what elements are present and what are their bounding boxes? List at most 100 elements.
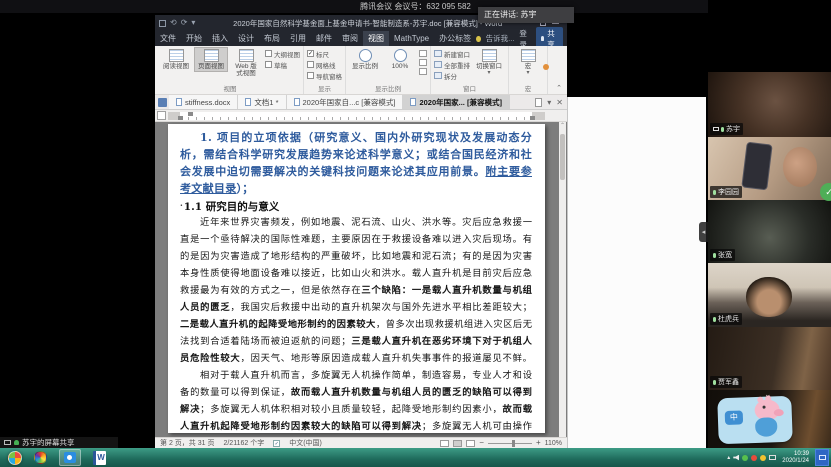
left-indent-marker[interactable] <box>178 116 183 120</box>
ribbon-tab[interactable]: 办公标签 <box>434 31 476 46</box>
ribbon-checkbox[interactable]: ✓标尺 <box>307 48 342 59</box>
ribbon-button[interactable]: Web 版式视图 <box>230 48 262 78</box>
zoom-level[interactable]: 110% <box>545 440 562 447</box>
checkbox-icon <box>307 61 314 68</box>
taskbar-clock[interactable]: 10:39 2020/1/24 <box>782 451 809 464</box>
zoom-slider[interactable] <box>488 443 532 444</box>
document-tab[interactable]: 2020年国家... [兼容模式] <box>403 95 510 109</box>
participant-video[interactable]: 张宽 <box>708 200 831 263</box>
text-line: 1. 项目的立项依据（研究意义、国内外研究现状及发展动态分 <box>180 129 532 146</box>
vertical-scrollbar[interactable]: ⌃ <box>559 122 566 437</box>
tab-manager-icon[interactable] <box>158 98 167 107</box>
document-text: 1. 项目的立项依据（研究意义、国内外研究现状及发展动态分析，需结合科学研究发展… <box>180 129 532 433</box>
horizontal-ruler[interactable] <box>155 110 567 122</box>
new-document-icon[interactable] <box>535 98 542 107</box>
document-tab[interactable]: stiffness.docx <box>169 95 238 109</box>
ribbon-tab[interactable]: 布局 <box>259 31 285 46</box>
meeting-topbar: 腾讯会议 会议号：632 095 582 <box>0 0 831 13</box>
right-indent-marker[interactable] <box>530 116 535 120</box>
text-line: 析，需结合科学研究发展趋势来论述科学意义；或结合国民经济和社 <box>180 146 532 163</box>
scroll-up-icon[interactable]: ⌃ <box>559 122 566 130</box>
ribbon-button[interactable]: 全部重排 <box>434 59 470 70</box>
speaking-tooltip: 正在讲话: 苏宇 <box>478 7 574 23</box>
text-line: 本身性质使得地面设备难以接近，比如山火和洪水。载人直升机是目前灾后应急 <box>180 265 532 282</box>
ribbon-tab[interactable]: 设计 <box>233 31 259 46</box>
page-view-icon[interactable] <box>419 59 427 66</box>
face <box>746 277 792 317</box>
document-canvas: 1. 项目的立项依据（研究意义、国内外研究现状及发展动态分析，需结合科学研究发展… <box>155 122 567 437</box>
meeting-app-icon[interactable] <box>59 449 81 466</box>
scrollbar-thumb[interactable] <box>560 134 565 180</box>
input-method-icon[interactable] <box>815 449 829 466</box>
document-tab[interactable]: 2020年国家自...c [兼容模式] <box>287 95 404 109</box>
page-indicator[interactable]: 第 2 页，共 31 页 <box>160 438 214 448</box>
participant-label: 李园园 <box>710 186 742 198</box>
ribbon-tab[interactable]: 引用 <box>285 31 311 46</box>
redo-icon[interactable]: ⟳ <box>181 19 188 27</box>
word-app-icon[interactable]: W <box>93 451 106 465</box>
ribbon-tab[interactable]: 视图 <box>363 31 389 46</box>
checkbox-icon: ✓ <box>307 50 314 57</box>
web-layout-icon[interactable] <box>466 440 475 447</box>
participant-video[interactable]: ⌄ 中 <box>708 390 831 448</box>
button-icon <box>434 72 442 79</box>
display-tray-icon[interactable] <box>769 455 776 460</box>
close-tab-icon[interactable]: ✕ <box>556 98 563 107</box>
participant-video[interactable]: 贾军鑫 <box>708 327 831 390</box>
page-view-icon[interactable] <box>419 50 427 57</box>
first-line-indent-marker[interactable] <box>188 112 193 116</box>
pig-sticker: 中 <box>717 396 793 445</box>
document-page[interactable]: 1. 项目的立项依据（研究意义、国内外研究现状及发展动态分析，需结合科学研究发展… <box>168 124 545 433</box>
read-mode-icon[interactable] <box>440 440 449 447</box>
zoom-out-icon[interactable]: − <box>479 439 484 447</box>
security-icon[interactable] <box>742 455 748 461</box>
language-indicator[interactable]: 中文(中国) <box>289 438 322 448</box>
document-tab[interactable]: 文档1 * <box>238 95 286 109</box>
ribbon-checkbox[interactable]: 导航窗格 <box>307 70 342 81</box>
tab-list-dropdown-icon[interactable]: ▾ <box>547 98 551 107</box>
ribbon-tab[interactable]: 文件 <box>155 31 181 46</box>
text-line: 直是一个亟待解决的国际性难题，主要原因在于救援设备难以进入灾后现场。有 <box>180 231 532 248</box>
page-view-icon[interactable] <box>419 68 427 75</box>
browser-icon[interactable] <box>34 451 47 464</box>
volume-icon[interactable] <box>733 455 739 461</box>
word-count[interactable]: 2/21162 个字 <box>223 438 264 448</box>
print-layout-icon[interactable] <box>453 440 462 447</box>
undo-icon[interactable]: ⟲ <box>170 19 177 27</box>
meeting-title: 腾讯会议 会议号：632 095 582 <box>360 1 471 12</box>
ribbon-tab[interactable]: 插入 <box>207 31 233 46</box>
collapse-ribbon-icon[interactable]: ⌃ <box>556 84 562 92</box>
save-icon[interactable] <box>159 20 166 27</box>
ribbon-tab[interactable]: 审阅 <box>337 31 363 46</box>
spellcheck-icon[interactable]: ✓ <box>273 440 280 447</box>
ribbon-button[interactable]: 宏▾ <box>512 48 544 77</box>
zoom-slider-thumb[interactable] <box>512 440 515 447</box>
start-button[interactable] <box>8 451 22 465</box>
ribbon-button[interactable]: 拆分 <box>434 70 470 81</box>
ribbon-button[interactable]: 显示比例 <box>349 48 381 71</box>
hidden-icons-arrow[interactable]: ▴ <box>727 455 730 461</box>
pig-snout <box>774 409 784 416</box>
app-tray-icon-2[interactable] <box>760 455 766 461</box>
tab-selector[interactable] <box>157 111 166 120</box>
participant-video[interactable]: 李园园 <box>708 137 831 200</box>
zoom-in-icon[interactable]: + <box>536 439 541 447</box>
reaction-badge: ✓ <box>820 183 831 201</box>
ribbon-button[interactable]: 新建窗口 <box>434 48 470 59</box>
quick-access-dropdown-icon[interactable]: ▾ <box>191 19 195 27</box>
ribbon-button[interactable]: 100% <box>384 48 416 71</box>
ribbon-tab[interactable]: 开始 <box>181 31 207 46</box>
ribbon-button[interactable]: 页面视图 <box>195 48 227 71</box>
ribbon-button[interactable]: 切换窗口▾ <box>473 48 505 77</box>
ribbon-button[interactable]: 阅读视图 <box>160 48 192 71</box>
ribbon-checkbox[interactable]: 网格线 <box>307 59 342 70</box>
ribbon-tab[interactable]: MathType <box>389 31 434 46</box>
tell-me[interactable]: 告诉我... <box>486 33 515 44</box>
ribbon-checkbox[interactable]: 大纲视图 <box>265 48 300 59</box>
participant-video[interactable]: 苏宇 <box>708 72 831 137</box>
ribbon-tab[interactable]: 邮件 <box>311 31 337 46</box>
participant-video[interactable]: 杜虎兵 <box>708 263 831 327</box>
ribbon-checkbox[interactable]: 草稿 <box>265 59 300 70</box>
panel-collapse-handle[interactable]: ◂ <box>699 222 708 242</box>
app-tray-icon-1[interactable] <box>751 455 757 461</box>
